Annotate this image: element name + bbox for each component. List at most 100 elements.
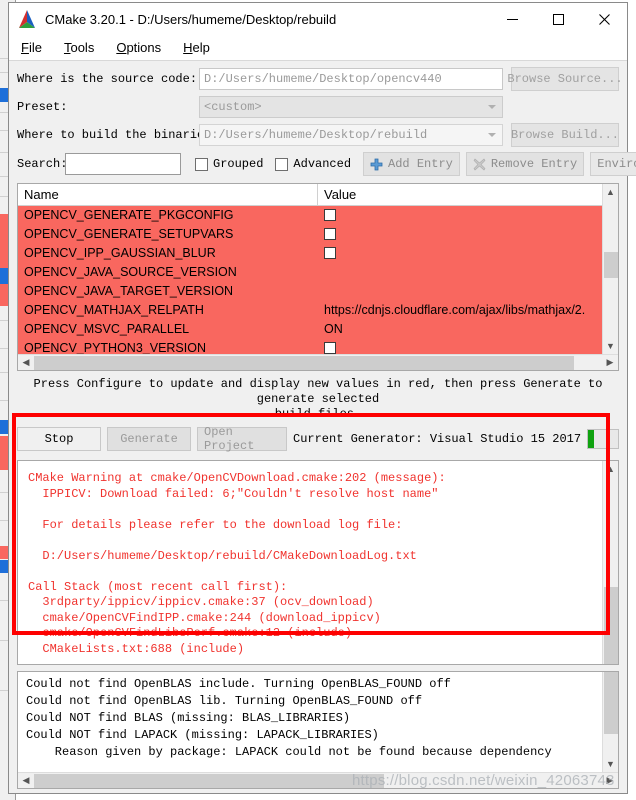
cache-table-body: OPENCV_GENERATE_PKGCONFIG OPENCV_GENERATE…	[18, 205, 602, 354]
checkbox-icon[interactable]	[324, 209, 336, 222]
remove-entry-button[interactable]: Remove Entry	[465, 152, 585, 176]
table-row[interactable]: OPENCV_GENERATE_SETUPVARS	[18, 224, 602, 244]
column-header-name[interactable]: Name	[18, 184, 318, 205]
checkbox-icon[interactable]	[324, 247, 336, 260]
cache-entry-value[interactable]	[318, 228, 602, 241]
cache-entry-value[interactable]: ON	[318, 322, 602, 336]
output-log-vscroll-track[interactable]	[603, 672, 619, 756]
generate-button[interactable]: Generate	[107, 427, 191, 451]
cache-hscroll-track[interactable]	[34, 355, 602, 371]
window-title: CMake 3.20.1 - D:/Users/humeme/Desktop/r…	[45, 11, 337, 27]
table-row[interactable]: OPENCV_IPP_GAUSSIAN_BLUR	[18, 243, 602, 263]
scroll-left-icon[interactable]: ◀	[18, 355, 34, 371]
preset-label: Preset:	[17, 100, 68, 114]
menu-item-help[interactable]: Help	[183, 40, 210, 55]
configure-hint: Press Configure to update and display ne…	[17, 373, 619, 424]
search-row: Search: Grouped Advanced Add Entry Remov…	[17, 151, 636, 177]
grouped-checkbox[interactable]: Grouped	[195, 157, 263, 171]
column-header-value[interactable]: Value	[318, 184, 602, 205]
table-row[interactable]: OPENCV_PYTHON3_VERSION	[18, 338, 602, 354]
chevron-down-icon	[488, 105, 496, 109]
cache-vscroll-thumb[interactable]	[603, 252, 618, 278]
cache-entry-name: OPENCV_JAVA_TARGET_VERSION	[24, 284, 234, 299]
grouped-label: Grouped	[213, 157, 264, 171]
warning-log-vertical-scrollbar[interactable]: ▲	[602, 461, 618, 664]
cache-vertical-scrollbar[interactable]: ▲ ▼	[602, 184, 618, 354]
menu-item-options[interactable]: Options	[116, 40, 161, 55]
menu-item-tools[interactable]: Tools	[64, 40, 94, 55]
advanced-label: Advanced	[293, 157, 352, 171]
stop-button[interactable]: Stop	[17, 427, 101, 451]
add-entry-label: Add Entry	[388, 157, 453, 171]
table-row[interactable]: OPENCV_MATHJAX_RELPATH https://cdnjs.clou…	[18, 300, 602, 320]
menu-label-help-rest: elp	[192, 40, 210, 55]
progress-bar-fill	[588, 430, 594, 448]
advanced-checkbox-box	[275, 157, 289, 171]
warning-log-vscroll-track[interactable]	[603, 477, 619, 664]
menu-label-file-rest: ile	[28, 40, 42, 55]
environment-button[interactable]: Environment...	[590, 152, 636, 176]
preset-select[interactable]: <custom>	[199, 96, 503, 118]
menu-label-options-rest: ptions	[126, 40, 162, 55]
cache-entry-name: OPENCV_JAVA_SOURCE_VERSION	[24, 265, 237, 280]
build-row: Where to build the binaries: D:/Users/hu…	[17, 123, 619, 147]
browse-build-label: Browse Build...	[510, 128, 620, 142]
close-button[interactable]	[581, 3, 627, 35]
scroll-left-icon[interactable]: ◀	[18, 773, 34, 789]
table-row[interactable]: OPENCV_GENERATE_PKGCONFIG	[18, 205, 602, 225]
table-row[interactable]: OPENCV_JAVA_SOURCE_VERSION	[18, 262, 602, 282]
browse-source-button[interactable]: Browse Source...	[507, 67, 623, 91]
output-log-vertical-scrollbar[interactable]: ▼	[602, 672, 618, 772]
progress-bar	[587, 429, 619, 449]
warning-log-text: CMake Warning at cmake/OpenCVDownload.cm…	[28, 471, 446, 656]
output-log-hscroll-thumb[interactable]	[34, 773, 384, 788]
scroll-down-icon[interactable]: ▼	[603, 338, 619, 354]
action-buttons-row: Stop Generate Open Project Current Gener…	[17, 425, 619, 453]
cache-variables-panel: Name Value OPENCV_GENERATE_PKGCONFIG OPEN…	[17, 183, 619, 371]
cache-hscroll-thumb[interactable]	[34, 355, 574, 370]
scroll-up-icon[interactable]: ▲	[603, 461, 619, 477]
output-log-body: Could not find OpenBLAS include. Turning…	[18, 672, 618, 772]
chevron-down-icon	[488, 133, 496, 137]
hint-line-1: Press Configure to update and display ne…	[33, 377, 603, 406]
menu-item-file[interactable]: File	[21, 40, 42, 55]
scroll-up-icon[interactable]: ▲	[603, 184, 619, 200]
configure-output-warning-pane: CMake Warning at cmake/OpenCVDownload.cm…	[17, 460, 619, 665]
output-log-vscroll-thumb[interactable]	[603, 672, 618, 734]
cache-grid: Name Value OPENCV_GENERATE_PKGCONFIG OPEN…	[18, 184, 602, 354]
search-label: Search:	[17, 157, 68, 171]
open-project-button[interactable]: Open Project	[197, 425, 287, 453]
cache-entry-value[interactable]	[318, 247, 602, 260]
cache-entry-value[interactable]: https://cdnjs.cloudflare.com/ajax/libs/m…	[318, 303, 602, 317]
browse-build-button[interactable]: Browse Build...	[511, 123, 619, 147]
menu-label-tools-rest: ools	[70, 40, 95, 55]
cache-entry-value[interactable]	[318, 209, 602, 222]
cache-table: Name Value OPENCV_GENERATE_PKGCONFIG OPEN…	[18, 184, 618, 354]
source-path-input[interactable]: D:/Users/humeme/Desktop/opencv440	[199, 68, 503, 90]
cmake-triangle-logo	[19, 10, 35, 28]
cache-vscroll-track[interactable]	[603, 200, 619, 338]
x-remove-icon	[473, 158, 486, 170]
source-label: Where is the source code:	[17, 72, 198, 86]
maximize-button[interactable]	[535, 3, 581, 35]
table-row[interactable]: OPENCV_JAVA_TARGET_VERSION	[18, 281, 602, 301]
advanced-checkbox[interactable]: Advanced	[275, 157, 351, 171]
table-row[interactable]: OPENCV_MSVC_PARALLEL ON	[18, 319, 602, 339]
cache-horizontal-scrollbar[interactable]: ◀ ▶	[18, 354, 618, 370]
scroll-right-icon[interactable]: ▶	[602, 355, 618, 371]
cache-table-header: Name Value	[18, 184, 602, 206]
build-path-input[interactable]: D:/Users/humeme/Desktop/rebuild	[199, 124, 503, 146]
minimize-button[interactable]	[489, 3, 535, 35]
search-input[interactable]	[65, 153, 181, 175]
scroll-down-icon[interactable]: ▼	[603, 756, 619, 772]
add-entry-button[interactable]: Add Entry	[363, 152, 460, 176]
title-bar[interactable]: CMake 3.20.1 - D:/Users/humeme/Desktop/r…	[9, 3, 627, 35]
cache-entry-value[interactable]	[318, 342, 602, 354]
cache-entry-name: OPENCV_MATHJAX_RELPATH	[24, 303, 204, 318]
warning-log-vscroll-thumb[interactable]	[603, 587, 618, 664]
environment-label: Environment...	[597, 157, 636, 171]
grouped-checkbox-box	[195, 157, 208, 171]
checkbox-icon[interactable]	[324, 342, 336, 354]
checkbox-icon[interactable]	[324, 228, 336, 241]
source-row: Where is the source code: D:/Users/humem…	[17, 67, 623, 91]
